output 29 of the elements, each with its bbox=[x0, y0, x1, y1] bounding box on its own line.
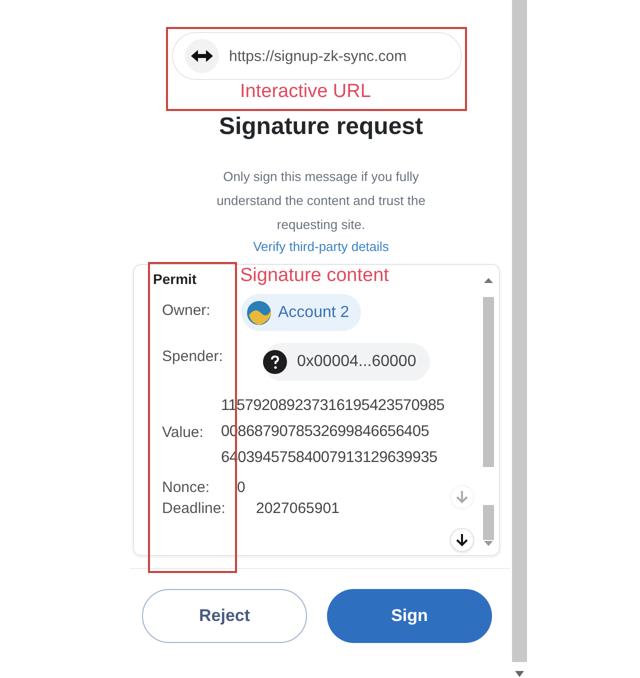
site-url-pill[interactable]: https://signup-zk-sync.com bbox=[172, 32, 462, 80]
sign-button[interactable]: Sign bbox=[327, 589, 492, 643]
field-label: Spender: bbox=[162, 348, 224, 364]
question-icon bbox=[263, 350, 287, 374]
page-title: Signature request bbox=[218, 113, 424, 142]
scroll-down-button[interactable] bbox=[450, 528, 474, 552]
verify-link[interactable]: Verify third-party details bbox=[253, 239, 389, 254]
field-value: 0 bbox=[237, 479, 246, 496]
swap-arrows-icon bbox=[191, 49, 213, 63]
message-type: Permit bbox=[153, 270, 197, 289]
field-value: 2027065901 bbox=[256, 500, 340, 517]
field-label: Value: bbox=[162, 424, 204, 440]
field-label: Owner: bbox=[162, 302, 212, 319]
site-url: https://signup-zk-sync.com bbox=[229, 48, 407, 64]
field-label: Nonce: bbox=[162, 479, 211, 496]
field-label: Deadline: bbox=[162, 500, 226, 517]
warning-text: Only sign this message if you fully understand the content and trust the requesting site. bbox=[216, 168, 426, 234]
scroll-thumb[interactable] bbox=[483, 297, 494, 467]
down-arrow-icon bbox=[455, 533, 469, 547]
annotation-label: Signature content bbox=[240, 265, 389, 287]
scroll-thumb[interactable] bbox=[483, 505, 494, 540]
avatar-icon bbox=[247, 300, 271, 324]
scroll-down-icon[interactable] bbox=[515, 670, 524, 678]
annotation-label: Interactive URL bbox=[240, 81, 371, 103]
scroll-up-icon[interactable] bbox=[484, 277, 493, 284]
address-pill[interactable]: 0x00004...60000 bbox=[263, 343, 430, 381]
reject-button[interactable]: Reject bbox=[142, 589, 307, 643]
account-pill[interactable]: Account 2 bbox=[241, 294, 362, 331]
down-arrow-icon bbox=[455, 490, 469, 504]
